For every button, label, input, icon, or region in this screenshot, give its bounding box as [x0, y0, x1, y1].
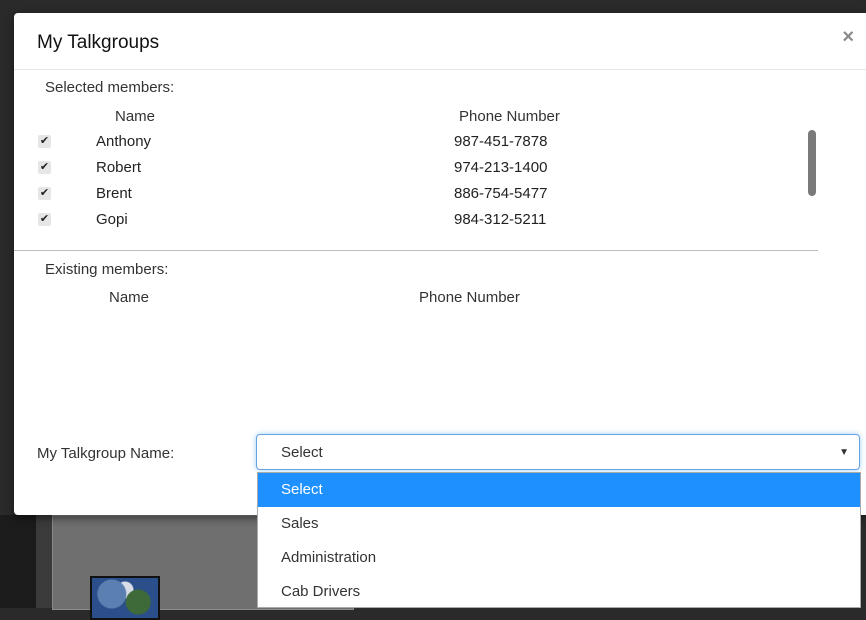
selected-name-header: Name — [115, 108, 156, 125]
talkgroups-dialog: My Talkgroups × Selected members: Name P… — [14, 13, 866, 515]
option-select[interactable]: Select — [258, 473, 860, 507]
backdrop — [0, 515, 36, 608]
member-phone: 987-451-7878 — [454, 133, 548, 150]
member-name: Robert — [96, 159, 142, 176]
talkgroup-name-select[interactable]: Select ▼ — [256, 434, 860, 470]
chevron-down-icon: ▼ — [839, 447, 849, 458]
dialog-header: My Talkgroups × — [14, 13, 866, 70]
member-name: Brent — [96, 185, 132, 202]
member-phone: 886-754-5477 — [454, 185, 548, 202]
member-row: ✔ Brent 886-754-5477 — [38, 183, 818, 209]
option-administration[interactable]: Administration — [258, 541, 860, 575]
member-phone: 974-213-1400 — [454, 159, 548, 176]
select-value: Select — [281, 444, 323, 461]
member-name: Gopi — [96, 211, 128, 228]
member-checkbox[interactable]: ✔ — [38, 187, 51, 200]
existing-name-header: Name — [109, 289, 150, 306]
option-sales[interactable]: Sales — [258, 507, 860, 541]
member-row: ✔ Anthony 987-451-7878 — [38, 131, 818, 157]
member-name: Anthony — [96, 133, 152, 150]
section-divider — [14, 250, 818, 251]
selected-members-label: Selected members: — [45, 79, 175, 96]
existing-members-label: Existing members: — [45, 261, 169, 278]
member-row: ✔ Gopi 984-312-5211 — [38, 209, 818, 235]
map-thumbnail[interactable] — [90, 576, 160, 620]
member-checkbox[interactable]: ✔ — [38, 135, 51, 148]
member-checkbox[interactable]: ✔ — [38, 161, 51, 174]
member-checkbox[interactable]: ✔ — [38, 213, 51, 226]
existing-phone-header: Phone Number — [419, 289, 520, 306]
option-cab-drivers[interactable]: Cab Drivers — [258, 575, 860, 609]
talkgroup-name-label: My Talkgroup Name: — [37, 445, 175, 462]
dialog-title: My Talkgroups — [37, 32, 160, 53]
selected-phone-header: Phone Number — [459, 108, 560, 125]
talkgroup-options-list: Select Sales Administration Cab Drivers — [257, 472, 861, 608]
backdrop-stripe — [36, 515, 52, 608]
close-icon[interactable]: × — [842, 27, 854, 47]
member-row: ✔ Robert 974-213-1400 — [38, 157, 818, 183]
member-phone: 984-312-5211 — [454, 211, 547, 228]
members-scrollbar[interactable] — [808, 130, 816, 196]
